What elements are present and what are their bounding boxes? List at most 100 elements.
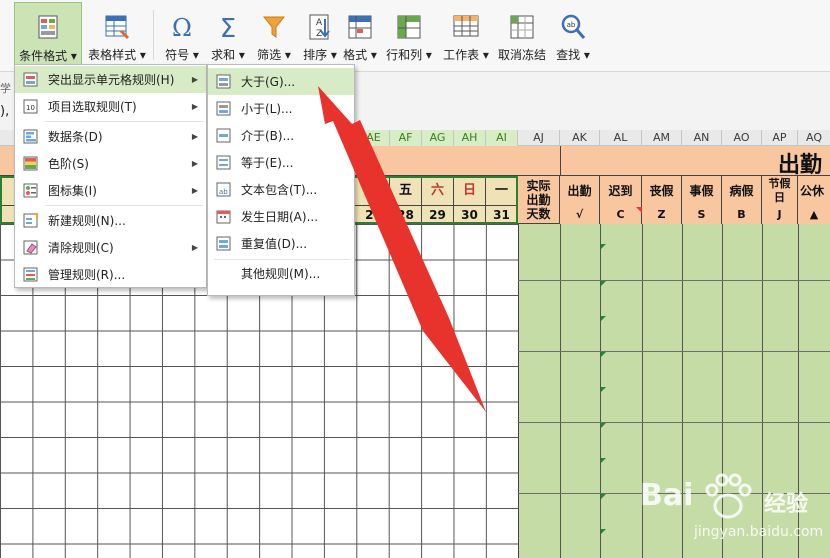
error-indicator (601, 387, 606, 392)
menu-item-label: 新建规则(N)... (48, 214, 126, 228)
category-header-late[interactable]: 迟到 (600, 176, 642, 206)
date-cell[interactable]: 27 (358, 206, 390, 224)
submenu-item-label: 介于(B)... (241, 129, 295, 143)
symbol-button[interactable]: Ω 符号 ▾ (160, 2, 204, 68)
column-header-af[interactable]: AF (390, 130, 422, 146)
submenu-item-greater-than[interactable]: 大于(G)... (208, 68, 354, 95)
column-header-ao[interactable]: AO (722, 130, 762, 146)
greater-than-icon (216, 74, 231, 89)
error-indicator (601, 494, 606, 499)
comment-indicator (636, 207, 642, 213)
submenu-item-date-occurring[interactable]: 发生日期(A)... (208, 203, 354, 230)
row-column-label: 行和列 ▾ (386, 48, 432, 62)
category-header-sick-leave[interactable]: 病假 (722, 176, 762, 206)
category-symbol-rest[interactable]: ▲ (798, 206, 830, 224)
filter-label: 筛选 ▾ (257, 48, 291, 62)
svg-text:ab: ab (567, 21, 576, 29)
sum-label: 求和 ▾ (211, 48, 245, 62)
column-header-ah[interactable]: AH (454, 130, 486, 146)
category-header-funeral-leave[interactable]: 丧假 (642, 176, 682, 206)
column-header-ap[interactable]: AP (762, 130, 798, 146)
find-button[interactable]: ab 查找 ▾ (552, 2, 594, 68)
submenu-arrow-icon: ▶ (191, 132, 198, 141)
column-header-ai[interactable]: AI (486, 130, 518, 146)
row-column-button[interactable]: 行和列 ▾ (384, 2, 434, 68)
column-header-ae[interactable]: AE (358, 130, 390, 146)
date-cell[interactable]: 31 (486, 206, 518, 224)
submenu-item-more-rules[interactable]: 其他规则(M)... (208, 260, 354, 287)
find-label: 查找 ▾ (556, 48, 590, 62)
submenu-item-duplicate-values[interactable]: 重复值(D)... (208, 230, 354, 257)
submenu-item-less-than[interactable]: 小于(L)... (208, 95, 354, 122)
column-header-am[interactable]: AM (642, 130, 682, 146)
submenu-arrow-icon: ▶ (191, 75, 198, 84)
submenu-item-between[interactable]: 介于(B)... (208, 122, 354, 149)
conditional-format-button[interactable]: 条件格式 ▾ (14, 2, 82, 68)
watermark-url: jingyan.baidu.com (694, 524, 824, 540)
error-indicator (601, 316, 606, 321)
category-symbol-personal-leave[interactable]: S (682, 206, 722, 224)
column-header-ak[interactable]: AK (560, 130, 600, 146)
funnel-filter-icon (262, 16, 286, 38)
menu-item-data-bars[interactable]: 数据条(D) ▶ (15, 123, 206, 150)
svg-text:10: 10 (26, 104, 35, 112)
format-button[interactable]: 格式 ▾ (340, 2, 380, 68)
category-header-holiday[interactable]: 节假日 (762, 176, 798, 206)
menu-item-clear-rules[interactable]: 清除规则(C) ▶ (15, 234, 206, 261)
error-indicator (601, 352, 606, 357)
between-icon (216, 128, 231, 143)
worksheet-button[interactable]: 工作表 ▾ (440, 2, 492, 68)
actual-attendance-days-cell[interactable]: 实际 出勤 天数 (518, 176, 560, 224)
column-header-aj[interactable]: AJ (518, 130, 560, 146)
table-style-icon (105, 15, 129, 39)
table-style-label: 表格样式 ▾ (88, 48, 146, 62)
sum-button[interactable]: Σ 求和 ▾ (206, 2, 250, 68)
column-header-ag[interactable]: AG (422, 130, 454, 146)
submenu-item-label: 其他规则(M)... (241, 267, 321, 281)
submenu-item-label: 发生日期(A)... (241, 210, 319, 224)
column-header-an[interactable]: AN (682, 130, 722, 146)
category-header-personal-leave[interactable]: 事假 (682, 176, 722, 206)
category-header-attendance[interactable]: 出勤 (560, 176, 600, 206)
submenu-item-text-contains[interactable]: ab 文本包含(T)... (208, 176, 354, 203)
top-bottom-rules-icon: 10 (23, 99, 38, 114)
menu-item-label: 管理规则(R)... (48, 268, 126, 282)
menu-item-manage-rules[interactable]: 管理规则(R)... (15, 261, 206, 288)
error-indicator (601, 458, 606, 463)
column-header-aq[interactable]: AQ (798, 130, 830, 146)
category-symbol-holiday[interactable]: J (762, 206, 798, 224)
submenu-arrow-icon: ▶ (191, 186, 198, 195)
highlight-rules-icon (23, 72, 38, 87)
duplicate-values-icon (216, 236, 231, 251)
menu-item-highlight-cell-rules[interactable]: 突出显示单元格规则(H) ▶ (15, 66, 206, 93)
menu-item-color-scales[interactable]: 色阶(S) ▶ (15, 150, 206, 177)
actual-attendance-line2: 出勤 (526, 192, 551, 207)
weekday-cell[interactable]: 四 (358, 176, 390, 206)
submenu-item-equal-to[interactable]: 等于(E)... (208, 149, 354, 176)
grid-line (518, 280, 830, 281)
sort-button[interactable]: AZ 排序 ▾ (298, 2, 342, 68)
category-header-rest[interactable]: 公休 (798, 176, 830, 206)
weekday-cell[interactable]: 五 (390, 176, 422, 206)
date-cell[interactable]: 28 (390, 206, 422, 224)
menu-item-top-bottom-rules[interactable]: 10 项目选取规则(T) ▶ (15, 93, 206, 120)
worksheet-icon (453, 15, 479, 37)
weekday-cell[interactable]: 六 (422, 176, 454, 206)
menu-item-label: 色阶(S) (48, 157, 89, 171)
weekday-cell[interactable]: 一 (486, 176, 518, 206)
date-cell[interactable]: 29 (422, 206, 454, 224)
calendar-date-icon (216, 210, 231, 224)
category-symbol-attendance[interactable]: √ (560, 206, 600, 224)
menu-item-new-rule[interactable]: 新建规则(N)... (15, 207, 206, 234)
column-header-al[interactable]: AL (600, 130, 642, 146)
unfreeze-panes-button[interactable]: 取消冻结 (496, 2, 548, 68)
unfreeze-panes-icon (510, 15, 534, 39)
date-cell[interactable]: 30 (454, 206, 486, 224)
table-style-button[interactable]: 表格样式 ▾ (86, 2, 148, 68)
category-symbol-funeral-leave[interactable]: Z (642, 206, 682, 224)
category-symbol-sick-leave[interactable]: B (722, 206, 762, 224)
menu-item-icon-sets[interactable]: 图标集(I) ▶ (15, 177, 206, 204)
filter-button[interactable]: 筛选 ▾ (252, 2, 296, 68)
menu-separator (45, 205, 203, 206)
weekday-cell[interactable]: 日 (454, 176, 486, 206)
